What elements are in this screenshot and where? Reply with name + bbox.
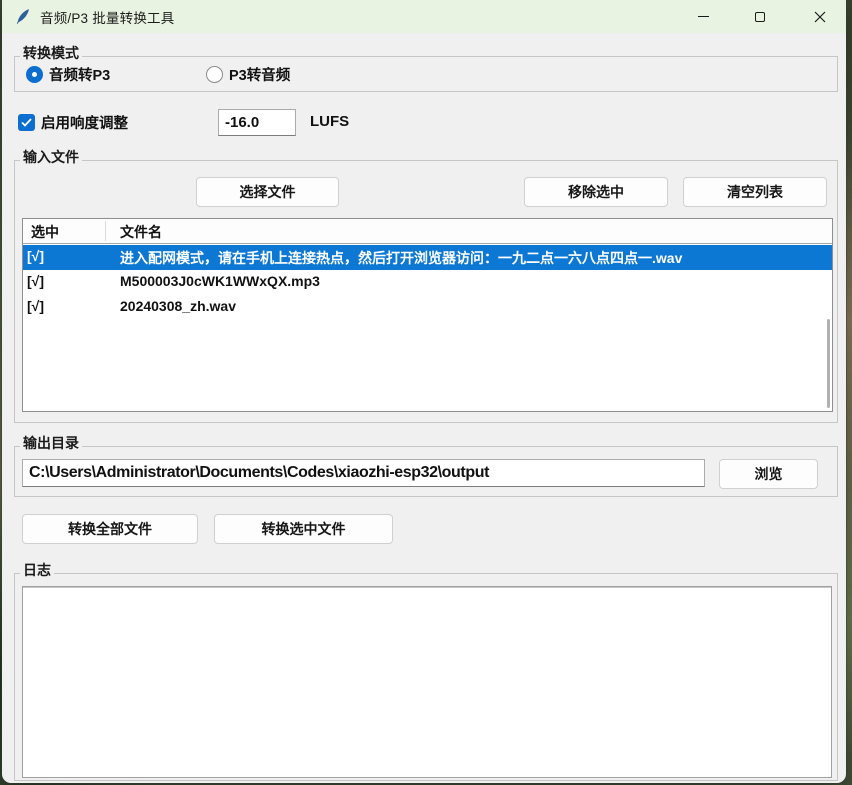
table-row[interactable]: [√] 进入配网模式，请在手机上连接热点，然后打开浏览器访问：一九二点一六八点四…: [23, 245, 832, 270]
row-checkmark: [√]: [27, 298, 44, 314]
lufs-unit-label: LUFS: [310, 113, 349, 130]
mode-groupbox: 转换模式 音频转P3 P3转音频: [14, 56, 838, 92]
title-bar[interactable]: 音频/P3 批量转换工具: [2, 0, 846, 33]
python-feather-icon: [15, 8, 32, 25]
row-checkmark: [√]: [27, 273, 44, 289]
maximize-icon: [755, 12, 765, 22]
browse-button[interactable]: 浏览: [719, 459, 818, 489]
vertical-scrollbar[interactable]: [827, 319, 830, 408]
minimize-button[interactable]: [680, 0, 726, 33]
output-path-input[interactable]: C:\Users\Administrator\Documents\Codes\x…: [22, 459, 705, 487]
row-checkmark: [√]: [27, 248, 44, 264]
radio-label: 音频转P3: [49, 64, 110, 85]
loudness-label: 启用响度调整: [41, 112, 128, 133]
close-icon: [814, 11, 826, 23]
column-separator[interactable]: [105, 221, 106, 241]
table-row[interactable]: [√] M500003J0cWK1WWxQX.mp3: [23, 270, 832, 295]
checkbox-checked-icon: [18, 114, 35, 131]
clear-list-button[interactable]: 清空列表: [683, 177, 827, 207]
file-table: 选中 文件名 [√] 进入配网模式，请在手机上连接热点，然后打开浏览器访问：一九…: [22, 218, 833, 412]
table-header[interactable]: 选中 文件名: [23, 219, 832, 244]
radio-audio-to-p3[interactable]: 音频转P3: [26, 64, 110, 85]
radio-selected-icon: [26, 66, 43, 83]
convert-selected-button[interactable]: 转换选中文件: [214, 514, 393, 544]
close-button[interactable]: [797, 0, 843, 33]
remove-selected-button[interactable]: 移除选中: [524, 177, 668, 207]
column-header-checked[interactable]: 选中: [31, 222, 59, 242]
radio-label: P3转音频: [229, 64, 290, 85]
row-filename: 20240308_zh.wav: [120, 298, 236, 314]
column-header-filename[interactable]: 文件名: [120, 222, 162, 242]
desktop: { "window": { "title": "音频/P3 批量转换工具" },…: [0, 0, 852, 785]
app-window: 音频/P3 批量转换工具 转换模式 音频转P3 P3转音频 启用响度调整 -16…: [2, 0, 846, 783]
log-group-label: 日志: [20, 562, 54, 578]
row-filename: 进入配网模式，请在手机上连接热点，然后打开浏览器访问：一九二点一六八点四点一.w…: [120, 248, 682, 268]
mode-group-label: 转换模式: [20, 45, 82, 61]
loudness-checkbox[interactable]: 启用响度调整: [18, 112, 128, 133]
row-filename: M500003J0cWK1WWxQX.mp3: [120, 273, 320, 289]
lufs-input[interactable]: -16.0: [218, 109, 296, 136]
table-row[interactable]: [√] 20240308_zh.wav: [23, 295, 832, 320]
select-files-button[interactable]: 选择文件: [196, 177, 339, 207]
input-group-label: 输入文件: [20, 149, 82, 165]
maximize-button[interactable]: [737, 0, 783, 33]
log-area[interactable]: [22, 586, 832, 778]
output-group-label: 输出目录: [20, 435, 82, 451]
minimize-icon: [698, 16, 709, 17]
radio-p3-to-audio[interactable]: P3转音频: [206, 64, 290, 85]
convert-all-button[interactable]: 转换全部文件: [22, 514, 198, 544]
radio-unselected-icon: [206, 66, 223, 83]
window-title: 音频/P3 批量转换工具: [40, 7, 174, 27]
